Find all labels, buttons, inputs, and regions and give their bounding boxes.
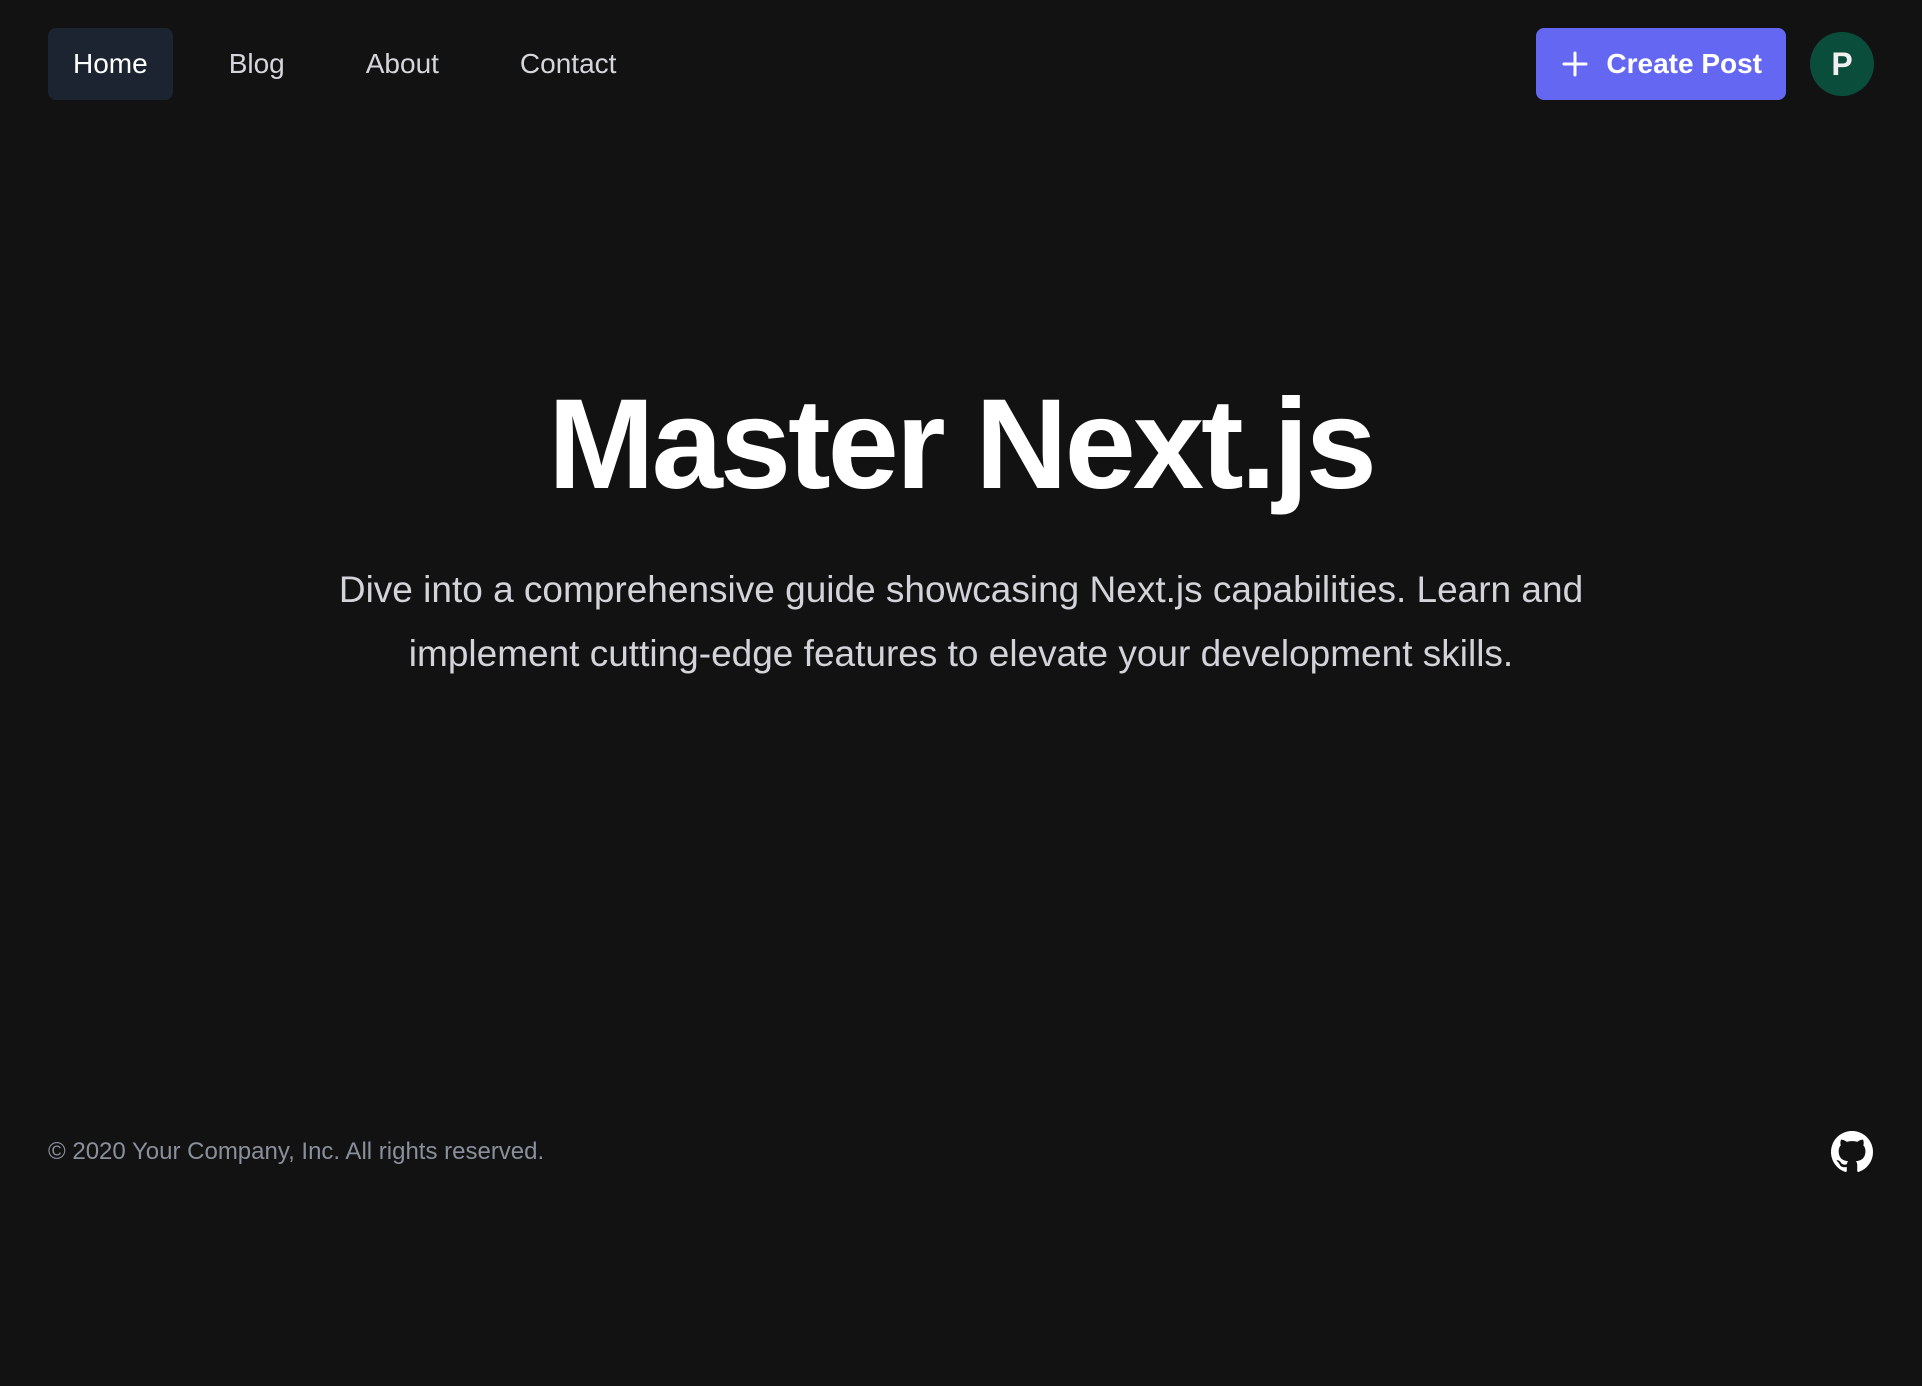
github-link[interactable] — [1830, 1130, 1874, 1174]
hero-subtitle: Dive into a comprehensive guide showcasi… — [338, 569, 1584, 674]
header-actions: Create Post P — [1536, 28, 1874, 100]
nav-item-home[interactable]: Home — [48, 28, 173, 100]
nav-item-contact[interactable]: Contact — [495, 28, 642, 100]
main-nav: Home Blog About Contact — [48, 28, 672, 100]
copyright-text: © 2020 Your Company, Inc. All rights res… — [48, 1138, 545, 1165]
nav-item-about[interactable]: About — [341, 28, 464, 100]
hero-title: Master Next.js — [548, 373, 1377, 516]
avatar[interactable]: P — [1810, 32, 1874, 96]
create-post-label: Create Post — [1606, 48, 1762, 79]
create-post-button[interactable]: Create Post — [1536, 28, 1786, 100]
github-icon — [1831, 1131, 1873, 1172]
page: Home Blog About Contact Create Post P Ma… — [0, 0, 1922, 1386]
plus-icon — [1562, 51, 1588, 77]
footer: © 2020 Your Company, Inc. All rights res… — [48, 1130, 1874, 1174]
hero-section: Master Next.js Dive into a comprehensive… — [0, 370, 1922, 686]
avatar-initial: P — [1831, 45, 1853, 82]
nav-item-blog[interactable]: Blog — [204, 28, 310, 100]
